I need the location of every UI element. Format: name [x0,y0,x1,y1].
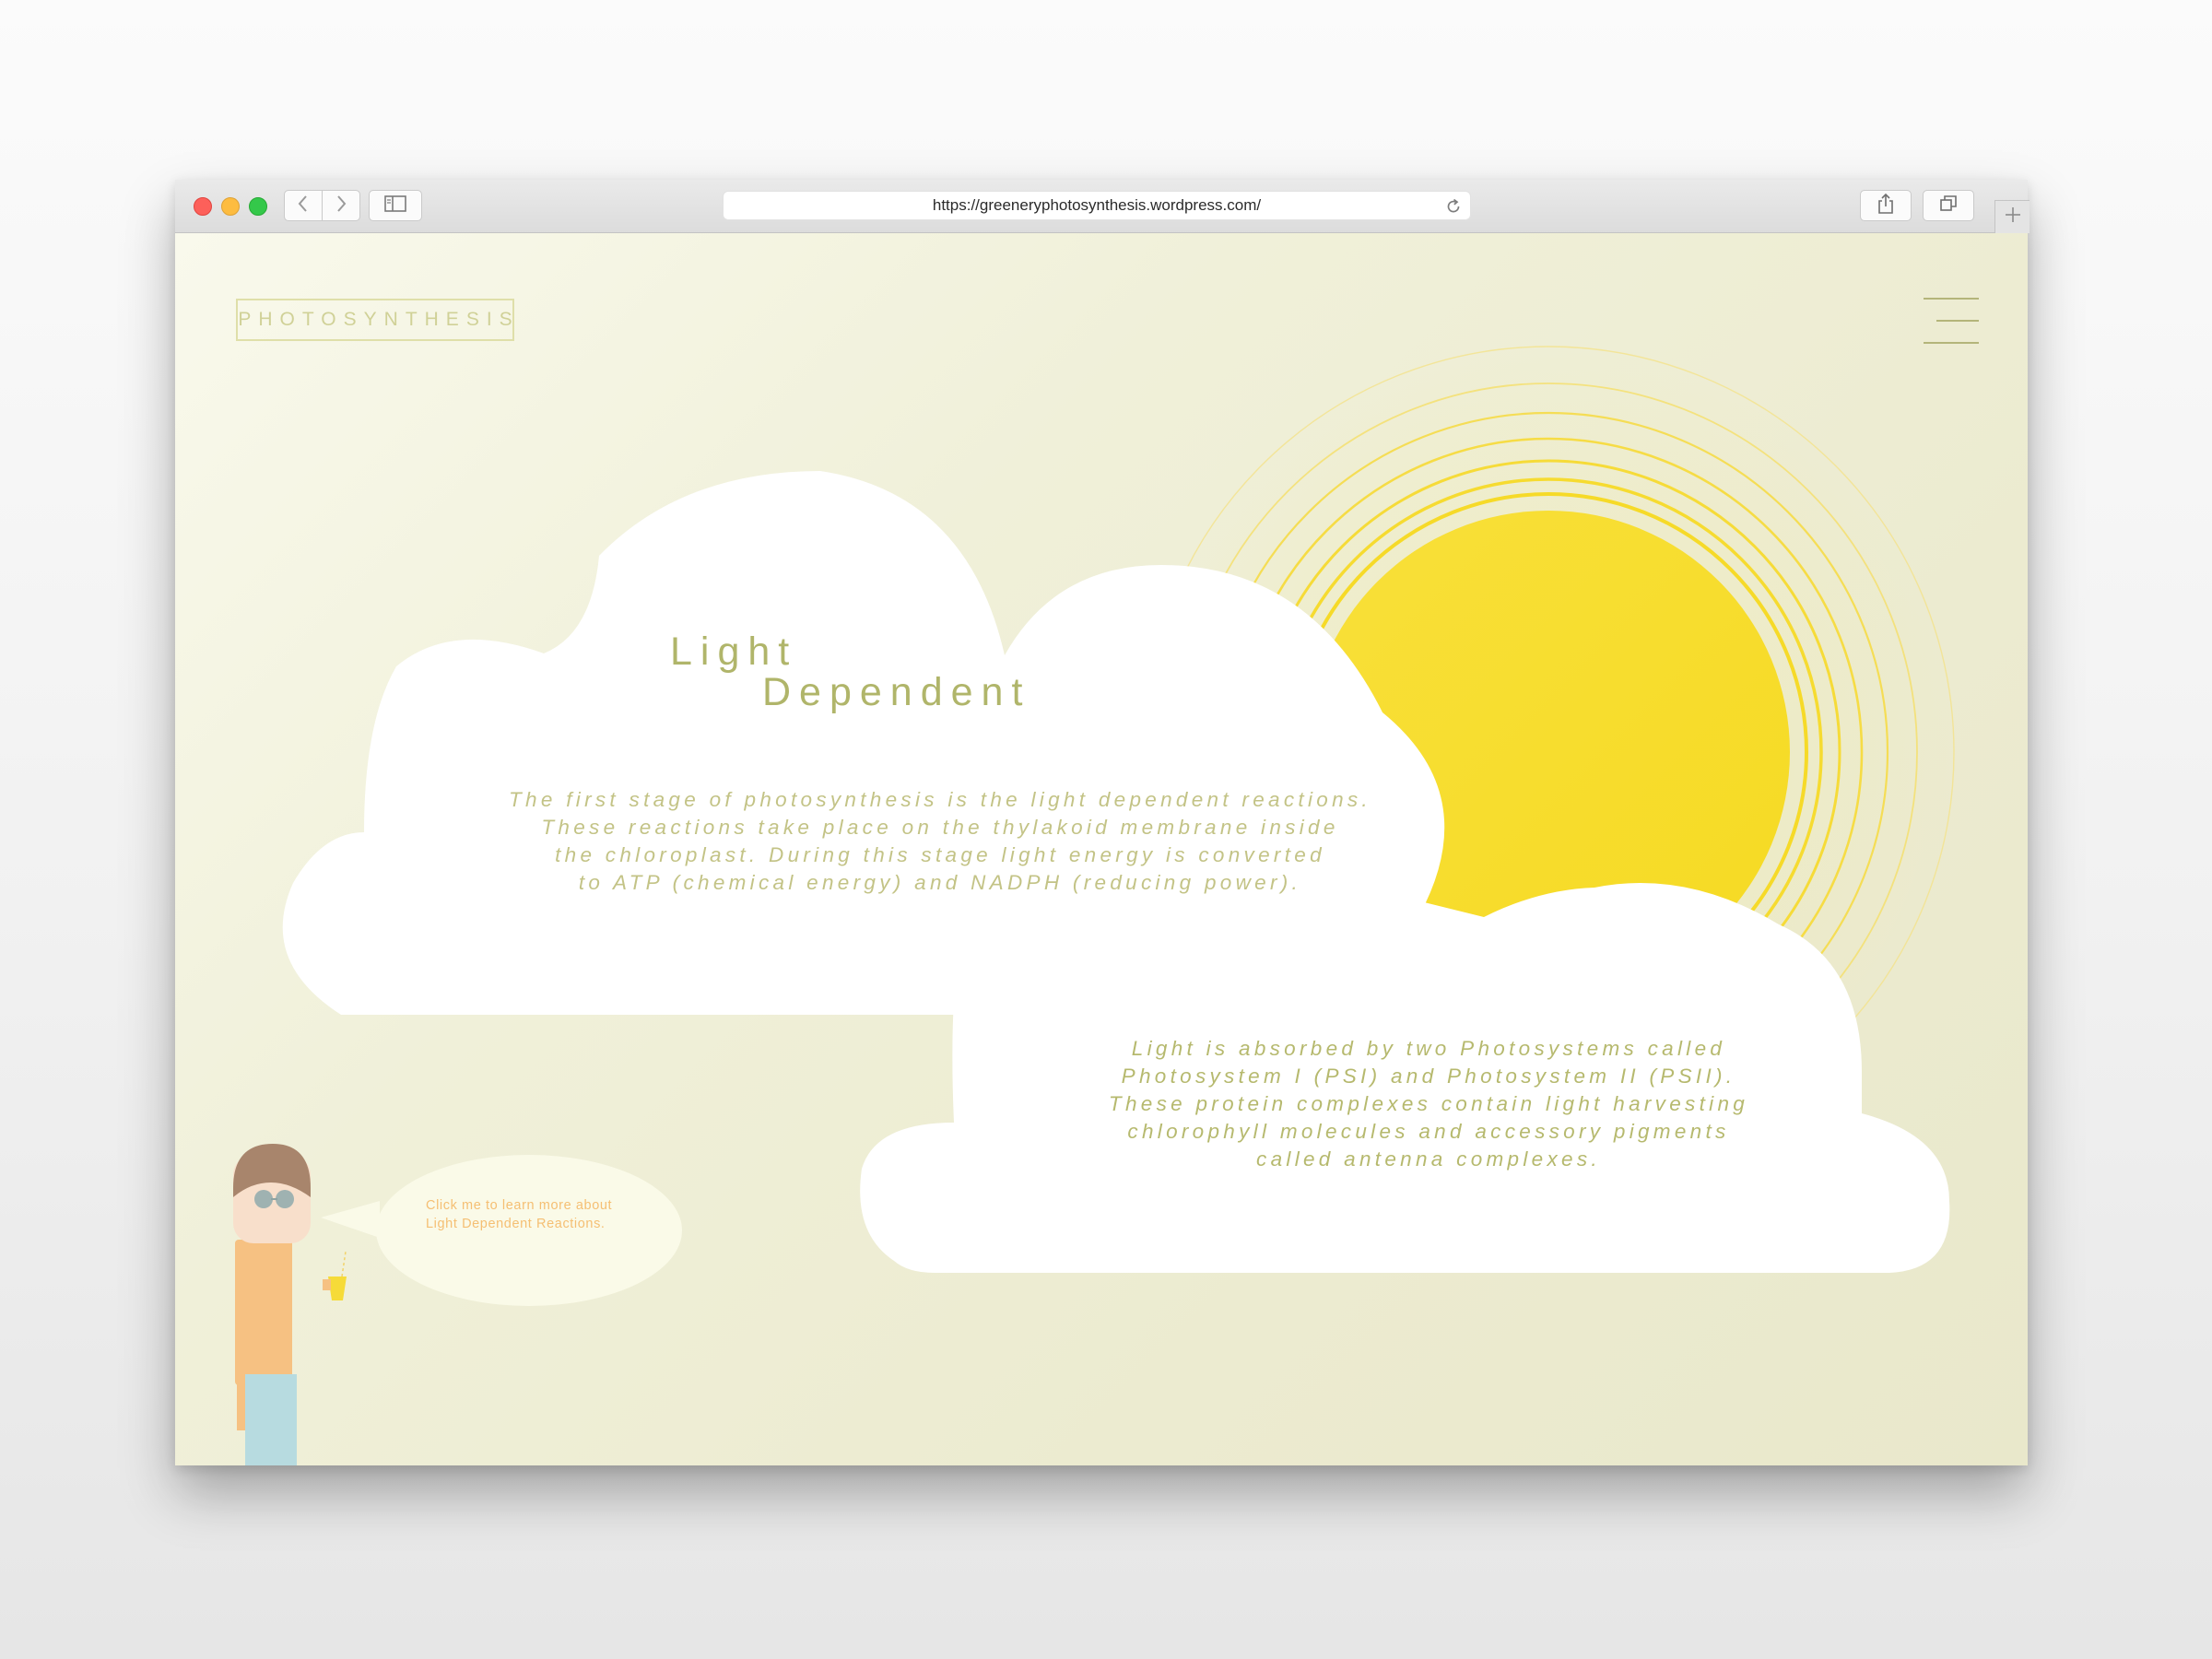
url-text[interactable]: https://greeneryphotosynthesis.wordpress… [724,192,1470,219]
forward-button[interactable] [322,190,360,221]
web-page: PHOTOSYNTHESIS Light Dependent The first… [175,233,2028,1465]
page-title-line1: Light [670,629,798,674]
speech-bubble-line[interactable]: Click me to learn more about [426,1196,702,1215]
minimize-window-button[interactable] [221,197,240,216]
paragraph-line: These protein complexes contain light ha… [1108,1092,1749,1115]
share-icon [1877,193,1895,219]
zoom-window-button[interactable] [249,197,267,216]
site-logo[interactable]: PHOTOSYNTHESIS [236,299,514,341]
character-shirt [235,1240,292,1385]
sidebar-icon [384,194,406,217]
intro-paragraph: The first stage of photosynthesis is the… [479,786,1401,897]
paragraph-line: to ATP (chemical energy) and NADPH (redu… [578,871,1302,894]
character[interactable] [233,1144,347,1465]
speech-bubble-line[interactable]: Light Dependent Reactions. [426,1215,702,1233]
tabs-overview-button[interactable] [1923,190,1974,221]
close-window-button[interactable] [194,197,212,216]
tabs-icon [1939,194,1958,218]
hamburger-menu-icon[interactable] [1924,298,1979,344]
paragraph-line: chlorophyll molecules and accessory pigm… [1127,1120,1730,1143]
paragraph-line: the chloroplast. During this stage light… [555,843,1325,866]
share-button[interactable] [1860,190,1912,221]
site-logo-text[interactable]: PHOTOSYNTHESIS [230,309,519,331]
page-title-line2: Dependent [762,670,1031,714]
photosystems-paragraph: Light is absorbed by two Photosystems ca… [1097,1035,1760,1173]
new-tab-button[interactable] [1994,200,2030,233]
plus-icon [2004,206,2022,229]
speech-bubble-text[interactable]: Click me to learn more about Light Depen… [426,1196,702,1233]
paragraph-line: These reactions take place on the thylak… [541,816,1339,839]
character-pants [245,1374,297,1465]
drink-cup-icon [323,1251,347,1300]
glasses-icon [276,1190,294,1208]
chevron-right-icon [335,194,347,218]
paragraph-line: The first stage of photosynthesis is the… [509,788,1371,811]
browser-window: https://greeneryphotosynthesis.wordpress… [175,180,2030,1465]
sidebar-toggle-button[interactable] [369,190,422,221]
address-bar[interactable]: https://greeneryphotosynthesis.wordpress… [723,191,1471,220]
reload-icon[interactable] [1444,197,1463,216]
browser-toolbar: https://greeneryphotosynthesis.wordpress… [175,180,2030,233]
back-button[interactable] [284,190,323,221]
glasses-icon [254,1190,273,1208]
paragraph-line: called antenna complexes. [1256,1147,1601,1171]
chevron-left-icon [297,194,310,218]
paragraph-line: Photosystem I (PSI) and Photosystem II (… [1121,1065,1736,1088]
paragraph-line: Light is absorbed by two Photosystems ca… [1131,1037,1726,1060]
